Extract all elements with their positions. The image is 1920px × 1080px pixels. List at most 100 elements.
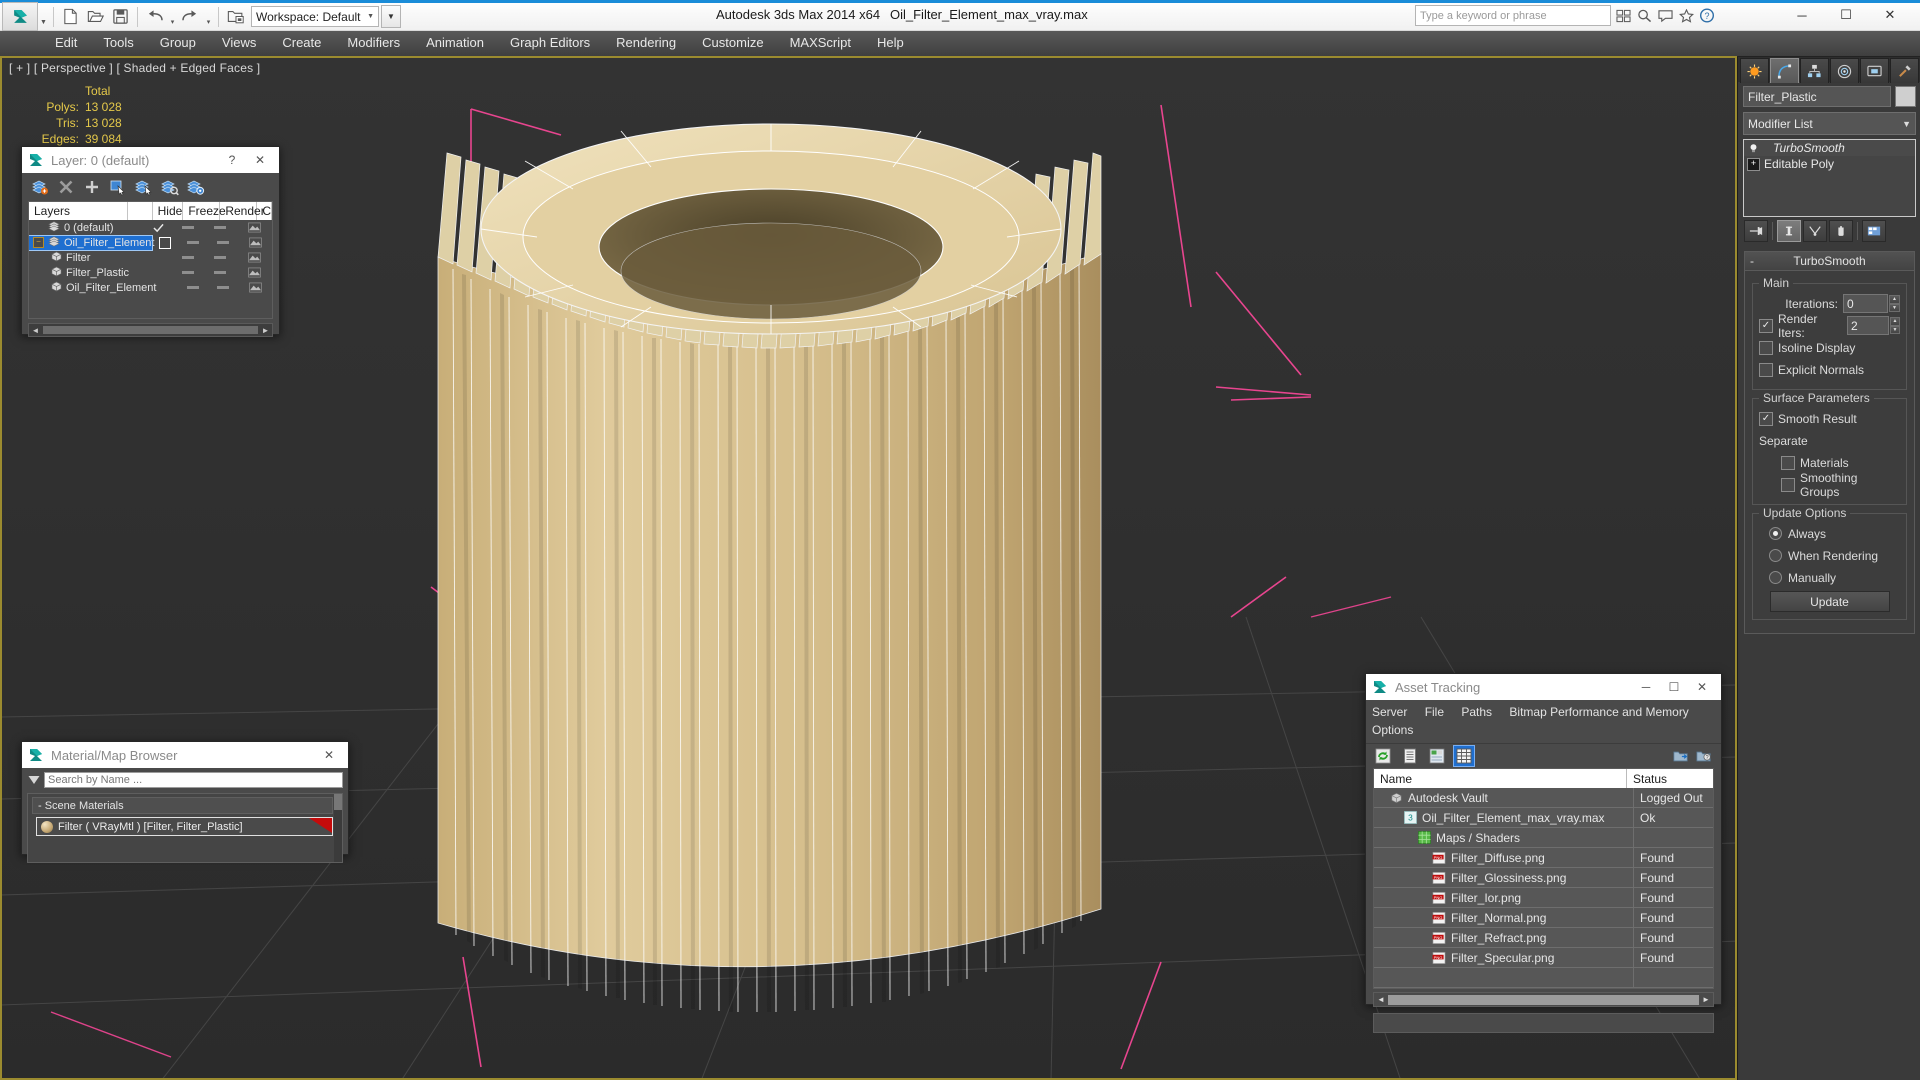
search-button[interactable] <box>1635 6 1653 25</box>
active-layer-check[interactable] <box>144 223 172 233</box>
select-layer-icon[interactable] <box>134 178 153 197</box>
info-center-button[interactable] <box>1614 6 1632 25</box>
asset-horizontal-scrollbar[interactable]: ◄ ► <box>1373 992 1714 1007</box>
freeze-cell[interactable] <box>207 286 239 289</box>
menu-help[interactable]: Help <box>864 30 917 56</box>
column-hide[interactable]: Hide <box>153 202 184 220</box>
smooth-result-checkbox[interactable]: ✓ <box>1759 411 1773 426</box>
new-file-button[interactable] <box>58 5 83 28</box>
refresh-icon[interactable] <box>1373 746 1393 766</box>
render-iters-checkbox[interactable]: ✓ <box>1759 318 1773 333</box>
render-cell[interactable] <box>240 237 272 248</box>
layer-row-filter[interactable]: Filter <box>29 250 272 265</box>
favorites-button[interactable] <box>1677 6 1695 25</box>
scroll-thumb[interactable] <box>43 326 258 334</box>
asset-row-max-file[interactable]: 3 Oil_Filter_Element_max_vray.max Ok <box>1374 808 1713 828</box>
render-cell[interactable] <box>238 267 272 278</box>
render-iters-field[interactable]: 2 <box>1846 316 1889 335</box>
list-view-icon[interactable] <box>1400 746 1420 766</box>
isoline-display-row[interactable]: Isoline Display <box>1759 338 1900 357</box>
menu-graph-editors[interactable]: Graph Editors <box>497 30 603 56</box>
collapse-icon[interactable]: − <box>33 237 44 248</box>
filter-dropdown-icon[interactable] <box>27 774 40 787</box>
asset-row-ior[interactable]: PNG Filter_Ior.png Found <box>1374 888 1713 908</box>
redo-history-arrow[interactable]: ▾ <box>203 3 214 31</box>
smoothing-groups-row[interactable]: Smoothing Groups <box>1759 471 1900 499</box>
minimize-button[interactable]: ─ <box>1780 1 1824 29</box>
column-color[interactable]: C <box>257 202 272 220</box>
undo-history-arrow[interactable]: ▾ <box>167 3 178 31</box>
always-radio[interactable] <box>1769 527 1782 540</box>
layer-close-button[interactable]: ✕ <box>247 149 273 171</box>
layer-row-oil-filter-element-object[interactable]: Oil_Filter_Element <box>29 280 272 295</box>
column-active[interactable] <box>128 202 153 220</box>
asset-minimize-button[interactable]: ─ <box>1633 676 1659 698</box>
menu-maxscript[interactable]: MAXScript <box>777 30 864 56</box>
rollout-header[interactable]: - TurboSmooth <box>1745 252 1914 271</box>
asset-tracking-grid[interactable]: Name Status Autodesk Vault Logged Out 3 <box>1373 768 1714 989</box>
viewport-label[interactable]: [ + ] [ Perspective ] [ Shaded + Edged F… <box>9 61 260 75</box>
tab-motion[interactable] <box>1830 58 1859 83</box>
render-cell[interactable] <box>240 282 272 293</box>
asset-row-glossiness[interactable]: PNG Filter_Glossiness.png Found <box>1374 868 1713 888</box>
layer-dialog-titlebar[interactable]: Layer: 0 (default) ? ✕ <box>22 147 279 173</box>
communication-center-button[interactable] <box>1656 6 1674 25</box>
when-rendering-radio-row[interactable]: When Rendering <box>1759 546 1900 565</box>
render-cell[interactable] <box>237 222 272 233</box>
material-item-filter[interactable]: Filter ( VRayMtl ) [Filter, Filter_Plast… <box>36 817 333 836</box>
column-render[interactable]: Render <box>220 202 265 220</box>
iterations-field[interactable]: 0 <box>1843 294 1888 313</box>
scroll-right-arrow[interactable]: ► <box>259 326 272 335</box>
asset-row-refract[interactable]: PNG Filter_Refract.png Found <box>1374 928 1713 948</box>
asset-menu-server[interactable]: Server <box>1372 705 1407 719</box>
freeze-cell[interactable] <box>203 256 237 259</box>
application-menu-button[interactable] <box>2 2 38 31</box>
manually-radio-row[interactable]: Manually <box>1759 568 1900 587</box>
add-layer-icon[interactable] <box>82 178 101 197</box>
remove-modifier-button[interactable] <box>1829 220 1853 242</box>
freeze-cell[interactable] <box>203 271 237 274</box>
smoothing-groups-checkbox[interactable] <box>1781 477 1795 492</box>
layer-list[interactable]: Layers Hide Freeze Render C 0 (default) <box>28 201 273 319</box>
menu-customize[interactable]: Customize <box>689 30 776 56</box>
menu-views[interactable]: Views <box>209 30 269 56</box>
redo-button[interactable] <box>178 5 203 28</box>
help-button[interactable]: ? <box>1698 6 1716 25</box>
project-folder-button[interactable] <box>223 5 248 28</box>
rollout-toggle-icon[interactable]: - <box>1750 254 1754 268</box>
mmb-close-button[interactable]: ✕ <box>316 744 342 766</box>
hide-cell[interactable] <box>178 241 207 244</box>
column-freeze[interactable]: Freeze <box>183 202 226 220</box>
always-radio-row[interactable]: Always <box>1759 524 1900 543</box>
layer-settings-icon[interactable] <box>186 178 205 197</box>
object-name-field[interactable]: Filter_Plastic <box>1743 86 1891 107</box>
smooth-result-row[interactable]: ✓ Smooth Result <box>1759 409 1900 428</box>
maximize-button[interactable]: ☐ <box>1824 1 1868 29</box>
object-color-swatch[interactable] <box>1895 86 1916 107</box>
delete-layer-icon[interactable] <box>56 178 75 197</box>
workspace-dropdown-button[interactable]: ▼ <box>381 5 401 28</box>
open-file-button[interactable] <box>83 5 108 28</box>
layer-properties-icon[interactable] <box>160 178 179 197</box>
freeze-cell[interactable] <box>207 241 239 244</box>
column-status[interactable]: Status <box>1627 769 1713 788</box>
object-name-cell[interactable]: Filter_Plastic <box>29 266 145 280</box>
hide-cell[interactable] <box>178 286 207 289</box>
object-name-cell[interactable]: Oil_Filter_Element <box>29 281 156 295</box>
layer-name-cell[interactable]: − Oil_Filter_Element <box>29 234 154 251</box>
manually-radio[interactable] <box>1769 571 1782 584</box>
update-button[interactable]: Update <box>1769 591 1890 612</box>
make-unique-button[interactable] <box>1803 220 1827 242</box>
help-icon[interactable]: ? <box>1694 746 1714 766</box>
scroll-right-arrow[interactable]: ► <box>1699 995 1713 1004</box>
close-button[interactable]: ✕ <box>1868 1 1912 29</box>
layer-row-filter-plastic[interactable]: Filter_Plastic <box>29 265 272 280</box>
object-name-cell[interactable]: Filter <box>29 251 145 265</box>
configure-modifier-sets-button[interactable] <box>1862 220 1886 242</box>
asset-tracking-titlebar[interactable]: Asset Tracking ─ ☐ ✕ <box>1366 674 1721 700</box>
menu-tools[interactable]: Tools <box>90 30 146 56</box>
hide-cell[interactable] <box>172 226 203 229</box>
when-rendering-radio[interactable] <box>1769 549 1782 562</box>
tab-display[interactable] <box>1860 58 1889 83</box>
search-input[interactable]: Type a keyword or phrase <box>1415 5 1611 26</box>
